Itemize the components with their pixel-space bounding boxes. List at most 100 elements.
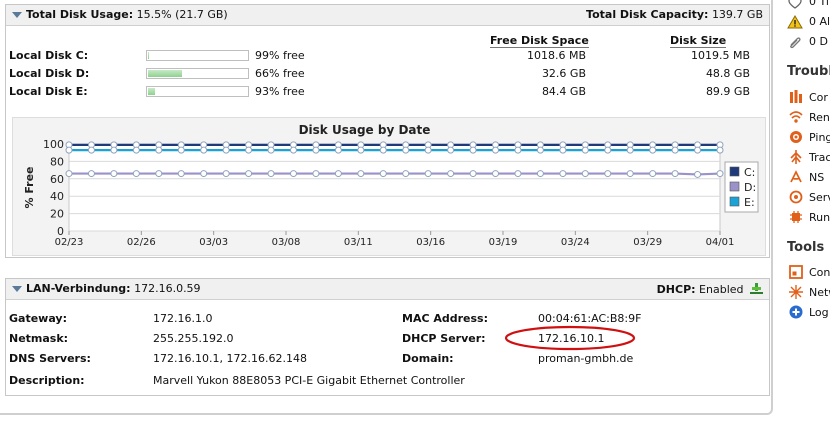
tools-label[interactable]: Log	[809, 306, 829, 319]
x-tick-label: 04/01	[706, 237, 735, 248]
disk-usage-bar	[146, 50, 249, 61]
network-plug-icon	[750, 283, 763, 294]
series-point-2	[649, 146, 657, 154]
lan-panel-header[interactable]: LAN-Verbindung: 172.16.0.59 DHCP: Enable…	[6, 279, 769, 300]
troubleshoot-label[interactable]: Serv	[809, 191, 830, 204]
series-point-2	[132, 146, 140, 154]
description-value: Marvell Yukon 88E8053 PCI-E Gigabit Ethe…	[153, 374, 465, 387]
troubleshoot-label[interactable]: Run	[809, 211, 830, 224]
mac-label: MAC Address:	[402, 312, 489, 325]
troubleshoot-label[interactable]: Trac	[809, 151, 830, 164]
x-tick-label: 03/08	[272, 237, 301, 248]
series-point-2	[424, 146, 432, 154]
series-point-1	[289, 170, 297, 178]
series-point-2	[289, 146, 297, 154]
series-point-2	[492, 146, 500, 154]
location-pin-icon	[788, 0, 802, 9]
troubleshoot-label[interactable]: Ping	[809, 131, 830, 144]
series-point-1	[132, 170, 140, 178]
series-point-1	[267, 170, 275, 178]
series-point-2	[559, 146, 567, 154]
dns-lookup-icon	[790, 170, 802, 183]
wifi-icon	[789, 111, 803, 123]
x-tick-label: 03/19	[489, 237, 518, 248]
disk-usage-bar	[146, 68, 249, 79]
series-point-1	[694, 170, 702, 178]
series-point-1	[626, 170, 634, 178]
disk-free-percent: 99% free	[255, 49, 305, 62]
bars-icon	[790, 90, 802, 103]
series-point-2	[110, 146, 118, 154]
domain-value: proman-gmbh.de	[538, 352, 634, 365]
troubleshoot-label[interactable]: NS	[809, 171, 824, 184]
series-point-1	[447, 170, 455, 178]
y-axis-label: % Free	[23, 166, 36, 208]
disk-usage-bar-fill	[148, 88, 155, 95]
ping-icon	[790, 131, 802, 143]
legend-swatch	[729, 181, 740, 192]
paperclip-icon	[790, 37, 801, 49]
dns-value: 172.16.10.1, 172.16.62.148	[153, 352, 307, 365]
sidebar-top-label: 0 D	[809, 35, 828, 48]
series-point-2	[155, 146, 163, 154]
series-point-1	[492, 170, 500, 178]
disk-usage-bar-fill	[148, 70, 182, 77]
collapse-triangle-icon[interactable]	[12, 12, 22, 18]
disk-free-space: 84.4 GB	[541, 85, 586, 98]
series-point-1	[222, 170, 230, 178]
y-tick-label: 80	[50, 155, 64, 168]
series-point-1	[536, 170, 544, 178]
series-point-2	[536, 146, 544, 154]
troubleshoot-label[interactable]: Cor	[809, 91, 828, 104]
dhcp-status: DHCP: Enabled	[657, 282, 765, 296]
series-point-2	[65, 146, 73, 154]
gateway-value: 172.16.1.0	[153, 312, 213, 325]
series-point-1	[671, 170, 679, 178]
series-point-2	[716, 146, 724, 154]
tools-label[interactable]: Con	[809, 266, 830, 279]
legend-label: D:	[744, 181, 756, 194]
series-point-2	[312, 146, 320, 154]
series-point-2	[671, 146, 679, 154]
x-tick-label: 02/23	[55, 237, 84, 248]
chart-svg: Disk Usage by Date% Free10080604020002/2…	[23, 123, 759, 248]
series-point-1	[200, 170, 208, 178]
series-point-1	[177, 170, 185, 178]
col-header-free: Free Disk Space	[490, 34, 589, 48]
legend-label: C:	[744, 166, 755, 179]
series-point-2	[626, 146, 634, 154]
series-point-2	[87, 146, 95, 154]
series-point-2	[694, 146, 702, 154]
collapse-triangle-icon[interactable]	[12, 286, 22, 292]
series-point-2	[200, 146, 208, 154]
series-point-1	[65, 170, 73, 178]
disk-free-percent: 93% free	[255, 85, 305, 98]
network-star-icon	[789, 285, 803, 299]
series-point-2	[357, 146, 365, 154]
disk-size: 48.8 GB	[705, 67, 750, 80]
series-point-1	[334, 170, 342, 178]
sidebar-top-label: 0 Ti	[809, 0, 829, 8]
series-line-1	[69, 172, 721, 176]
disk-name: Local Disk C:	[9, 49, 89, 62]
series-point-1	[110, 170, 118, 178]
main-frame: Total Disk Usage: 15.5% (21.7 GB) Total …	[0, 0, 775, 425]
series-point-1	[514, 170, 522, 178]
series-point-1	[87, 170, 95, 178]
series-point-1	[155, 170, 163, 178]
disk-size: 1019.5 MB	[690, 49, 750, 62]
tools-label[interactable]: Netw	[809, 286, 830, 299]
troubleshoot-label[interactable]: Ren	[809, 111, 830, 124]
series-point-1	[649, 170, 657, 178]
disk-capacity: Total Disk Capacity: 139.7 GB	[586, 8, 763, 21]
y-tick-label: 20	[50, 208, 64, 221]
troubleshoot-title: Troubl	[787, 64, 830, 79]
series-point-1	[559, 170, 567, 178]
disk-panel-header[interactable]: Total Disk Usage: 15.5% (21.7 GB) Total …	[6, 5, 769, 26]
y-tick-label: 60	[50, 173, 64, 186]
series-point-1	[402, 170, 410, 178]
disk-name: Local Disk E:	[9, 85, 88, 98]
series-point-2	[469, 146, 477, 154]
red-ellipse-annotation	[504, 325, 636, 351]
series-point-1	[379, 170, 387, 178]
